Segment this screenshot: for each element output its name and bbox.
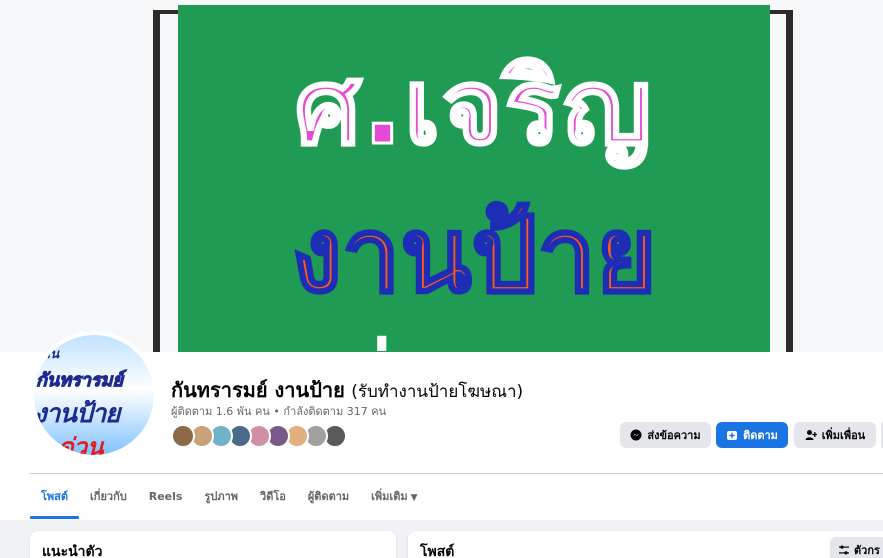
filter-icon [839, 545, 849, 555]
facebook-page: ศ.เจริญ งานป้าย ด่วนจบ ร้าน กันทรารมย์ ง… [0, 0, 883, 558]
tab-photos[interactable]: รูปภาพ [193, 478, 249, 518]
tab-posts-label: โพสต์ [41, 490, 69, 503]
message-button[interactable]: ส่งข้อความ [620, 422, 711, 448]
tab-reels[interactable]: Reels [138, 478, 194, 518]
filter-button-label: ตัวกร [854, 544, 880, 557]
sign-frame-right [786, 10, 793, 352]
avatar-text-line4: ด่วน [58, 433, 104, 455]
header-divider [30, 473, 883, 474]
tab-posts[interactable]: โพสต์ [30, 478, 80, 519]
follow-button[interactable]: ติดตาม [716, 422, 788, 448]
page-tabs: โพสต์ เกี่ยวกับ Reels รูปภาพ วิดีโอ ผู้ต… [30, 478, 429, 520]
page-name: กันทรารมย์ งานป้าย [171, 378, 345, 402]
follower-avatar[interactable] [171, 424, 195, 448]
page-subname: (รับทำงานป้ายโฆษณา) [351, 382, 524, 402]
tab-followers-label: ผู้ติดตาม [307, 490, 350, 503]
messenger-icon [630, 429, 642, 441]
tab-more-label: เพิ่มเติม [371, 490, 408, 503]
tab-more[interactable]: เพิ่มเติม ▼ [360, 478, 428, 518]
page-header: ศ.เจริญ งานป้าย ด่วนจบ ร้าน กันทรารมย์ ง… [0, 0, 883, 520]
tab-about-label: เกี่ยวกับ [90, 490, 127, 503]
follow-icon [727, 431, 738, 440]
tab-reels-label: Reels [148, 490, 183, 503]
tab-photos-label: รูปภาพ [204, 490, 239, 503]
caret-down-icon: ▼ [410, 493, 418, 503]
add-friend-icon [805, 430, 817, 440]
intro-card: แนะนำตัว [30, 531, 396, 558]
posts-card-title: โพสต์ [420, 544, 455, 558]
sign-text-line1: ศ.เจริญ [293, 46, 654, 169]
add-friend-button[interactable]: เพิ่มเพื่อน [794, 422, 876, 448]
follower-stats[interactable]: ผู้ติดตาม 1.6 พัน คน • กำลังติดตาม 317 ค… [171, 402, 386, 420]
sign-text-line2: งานป้าย [290, 194, 659, 317]
tab-videos-label: วิดีโอ [260, 490, 286, 503]
avatar-text-line1: ร้าน [36, 347, 60, 362]
tab-about[interactable]: เกี่ยวกับ [79, 478, 138, 518]
intro-card-title: แนะนำตัว [42, 544, 103, 558]
add-friend-button-label: เพิ่มเพื่อน [821, 429, 866, 442]
profile-avatar[interactable]: ร้าน กันทรารมย์ งานป้าย ด่วน [30, 331, 158, 459]
sign-text-line3: ด่วนจบ [178, 327, 770, 353]
tab-videos[interactable]: วิดีโอ [249, 478, 297, 518]
avatar-image: ร้าน กันทรารมย์ งานป้าย ด่วน [34, 335, 154, 455]
follow-button-label: ติดตาม [743, 429, 778, 442]
avatar-text-line2: กันทรารมย์ [36, 370, 124, 392]
sign-frame-left [153, 10, 160, 352]
filter-button[interactable]: ตัวกร [830, 537, 883, 558]
message-button-label: ส่งข้อความ [647, 429, 701, 442]
posts-card: โพสต์ ตัวกร [408, 531, 883, 558]
cover-photo[interactable]: ศ.เจริญ งานป้าย ด่วนจบ [0, 0, 883, 352]
sign-board: ศ.เจริญ งานป้าย ด่วนจบ [178, 5, 770, 352]
follower-avatars[interactable] [171, 424, 347, 450]
tab-followers[interactable]: ผู้ติดตาม [297, 478, 360, 518]
